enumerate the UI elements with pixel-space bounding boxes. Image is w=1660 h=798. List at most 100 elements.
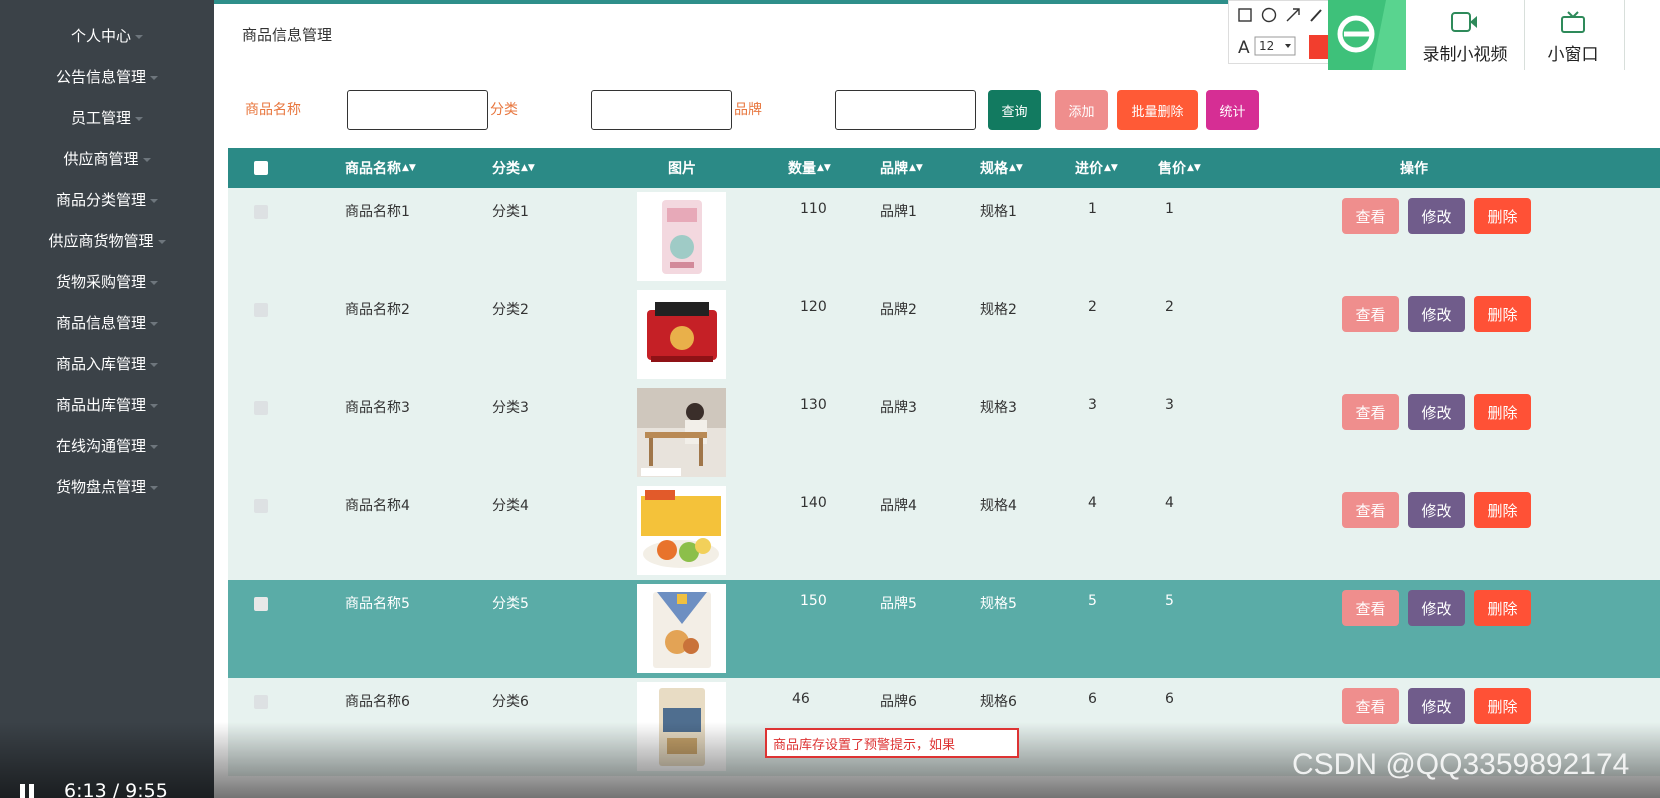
sidebar-item-chat[interactable]: 在线沟通管理 (0, 425, 214, 466)
row-checkbox[interactable] (254, 303, 268, 317)
edit-button[interactable]: 修改 (1408, 688, 1465, 724)
view-button[interactable]: 查看 (1342, 198, 1399, 234)
delete-button[interactable]: 删除 (1474, 198, 1531, 234)
cell-quantity: 130 (800, 397, 827, 413)
sidebar-item-supplier-goods[interactable]: 供应商货物管理 (0, 220, 214, 261)
sidebar-item-label: 在线沟通管理 (55, 437, 146, 455)
cell-category: 分类6 (492, 694, 529, 710)
view-button[interactable]: 查看 (1342, 492, 1399, 528)
sidebar-item-label: 供应商管理 (63, 150, 139, 168)
video-camera-icon (1451, 12, 1477, 32)
row-checkbox[interactable] (254, 695, 268, 709)
view-button[interactable]: 查看 (1342, 394, 1399, 430)
table-row[interactable]: 商品名称1 分类1 110 品牌1 规格1 1 1 查看 修改 删除 (228, 188, 1660, 286)
sort-icon: ▲▼ (1009, 162, 1023, 173)
sidebar-item-product-info[interactable]: 商品信息管理 (0, 302, 214, 343)
cell-price: 3 (1165, 397, 1174, 413)
sidebar-item-label: 公告信息管理 (55, 68, 146, 86)
annotation-tools-icon[interactable]: A (1229, 1, 1331, 65)
table-row[interactable]: 商品名称2 分类2 120 品牌2 规格2 2 2 查看 修改 删除 (228, 286, 1660, 384)
header-spec[interactable]: 规格 ▲▼ (980, 148, 1023, 188)
sidebar-item-purchase[interactable]: 货物采购管理 (0, 261, 214, 302)
header-category[interactable]: 分类 ▲▼ (492, 148, 535, 188)
sidebar-item-label: 供应商货物管理 (48, 232, 154, 250)
edit-button[interactable]: 修改 (1408, 296, 1465, 332)
annotation-text-box[interactable]: 商品库存设置了预警提示，如果 (765, 728, 1019, 758)
view-button[interactable]: 查看 (1342, 296, 1399, 332)
annotation-toolbar: A 12 (1228, 0, 1331, 65)
cell-brand: 品牌1 (880, 204, 917, 220)
header-label: 操作 (1400, 161, 1428, 177)
batch-delete-button[interactable]: 批量删除 (1117, 90, 1198, 130)
sidebar-item-staff[interactable]: 员工管理 (0, 97, 214, 138)
query-button[interactable]: 查询 (988, 90, 1041, 130)
sort-icon: ▲▼ (909, 162, 923, 173)
select-all-checkbox[interactable] (254, 161, 268, 175)
brand-search-input[interactable] (835, 90, 976, 130)
cell-quantity: 120 (800, 299, 827, 315)
sidebar-item-stock-out[interactable]: 商品出库管理 (0, 384, 214, 425)
font-size-value[interactable]: 12 (1259, 39, 1274, 53)
row-checkbox[interactable] (254, 597, 268, 611)
mini-window-button[interactable]: 小窗口 (1528, 8, 1618, 65)
product-image (637, 486, 726, 575)
table-row[interactable]: 商品名称4 分类4 140 品牌4 规格4 4 4 查看 修改 删除 (228, 482, 1660, 580)
recorder-logo-icon (1328, 0, 1406, 70)
product-image (637, 290, 726, 379)
sidebar-item-notice[interactable]: 公告信息管理 (0, 56, 214, 97)
caret-down-icon (150, 444, 158, 449)
table-row[interactable]: 商品名称3 分类3 130 品牌3 规格3 3 3 查看 修改 删除 (228, 384, 1660, 482)
sidebar-item-label: 员工管理 (70, 109, 131, 127)
cell-price: 6 (1165, 691, 1174, 707)
name-search-input[interactable] (347, 90, 488, 130)
stats-button[interactable]: 统计 (1206, 90, 1259, 130)
caret-down-icon (150, 280, 158, 285)
edit-button[interactable]: 修改 (1408, 590, 1465, 626)
edit-button[interactable]: 修改 (1408, 492, 1465, 528)
sidebar-item-personal-center[interactable]: 个人中心 (0, 15, 214, 56)
add-button[interactable]: 添加 (1055, 90, 1108, 130)
row-checkbox[interactable] (254, 401, 268, 415)
divider (1524, 0, 1525, 70)
cell-brand: 品牌6 (880, 694, 917, 710)
caret-down-icon (150, 403, 158, 408)
header-price[interactable]: 售价 ▲▼ (1158, 148, 1201, 188)
cell-quantity: 110 (800, 201, 827, 217)
header-cost[interactable]: 进价 ▲▼ (1075, 148, 1118, 188)
cell-quantity: 46 (792, 691, 810, 707)
pause-icon[interactable] (20, 784, 36, 798)
header-brand[interactable]: 品牌 ▲▼ (880, 148, 923, 188)
delete-button[interactable]: 删除 (1474, 590, 1531, 626)
delete-button[interactable]: 删除 (1474, 394, 1531, 430)
edit-button[interactable]: 修改 (1408, 198, 1465, 234)
sidebar-item-label: 货物盘点管理 (55, 478, 146, 496)
sidebar-item-inventory[interactable]: 货物盘点管理 (0, 466, 214, 507)
mini-window-label: 小窗口 (1547, 45, 1599, 65)
delete-button[interactable]: 删除 (1474, 296, 1531, 332)
caret-down-icon (150, 321, 158, 326)
view-button[interactable]: 查看 (1342, 590, 1399, 626)
cell-quantity: 150 (800, 593, 827, 609)
header-name[interactable]: 商品名称 ▲▼ (345, 148, 416, 188)
row-checkbox[interactable] (254, 205, 268, 219)
delete-button[interactable]: 删除 (1474, 492, 1531, 528)
page-title: 商品信息管理 (242, 26, 333, 44)
cell-cost: 2 (1088, 299, 1097, 315)
sidebar-item-supplier[interactable]: 供应商管理 (0, 138, 214, 179)
view-button[interactable]: 查看 (1342, 688, 1399, 724)
cell-spec: 规格2 (980, 302, 1017, 318)
header-actions: 操作 (1400, 148, 1428, 188)
caret-down-icon (142, 157, 151, 162)
category-search-input[interactable] (591, 90, 732, 130)
table-row[interactable]: 商品名称5 分类5 150 品牌5 规格5 5 5 查看 修改 删除 (228, 580, 1660, 678)
delete-button[interactable]: 删除 (1474, 688, 1531, 724)
header-image: 图片 (668, 148, 696, 188)
sidebar-item-label: 商品信息管理 (55, 314, 146, 332)
header-quantity[interactable]: 数量 ▲▼ (788, 148, 831, 188)
row-checkbox[interactable] (254, 499, 268, 513)
edit-button[interactable]: 修改 (1408, 394, 1465, 430)
product-table: 商品名称 ▲▼ 分类 ▲▼ 图片 数量 ▲▼ 品牌 ▲▼ 规格 ▲▼ 进价 ▲▼ 售价 ▲▼ … (228, 148, 1660, 798)
record-video-button[interactable]: 录制小视频 (1410, 8, 1520, 65)
sidebar-item-stock-in[interactable]: 商品入库管理 (0, 343, 214, 384)
sidebar-item-category[interactable]: 商品分类管理 (0, 179, 214, 220)
